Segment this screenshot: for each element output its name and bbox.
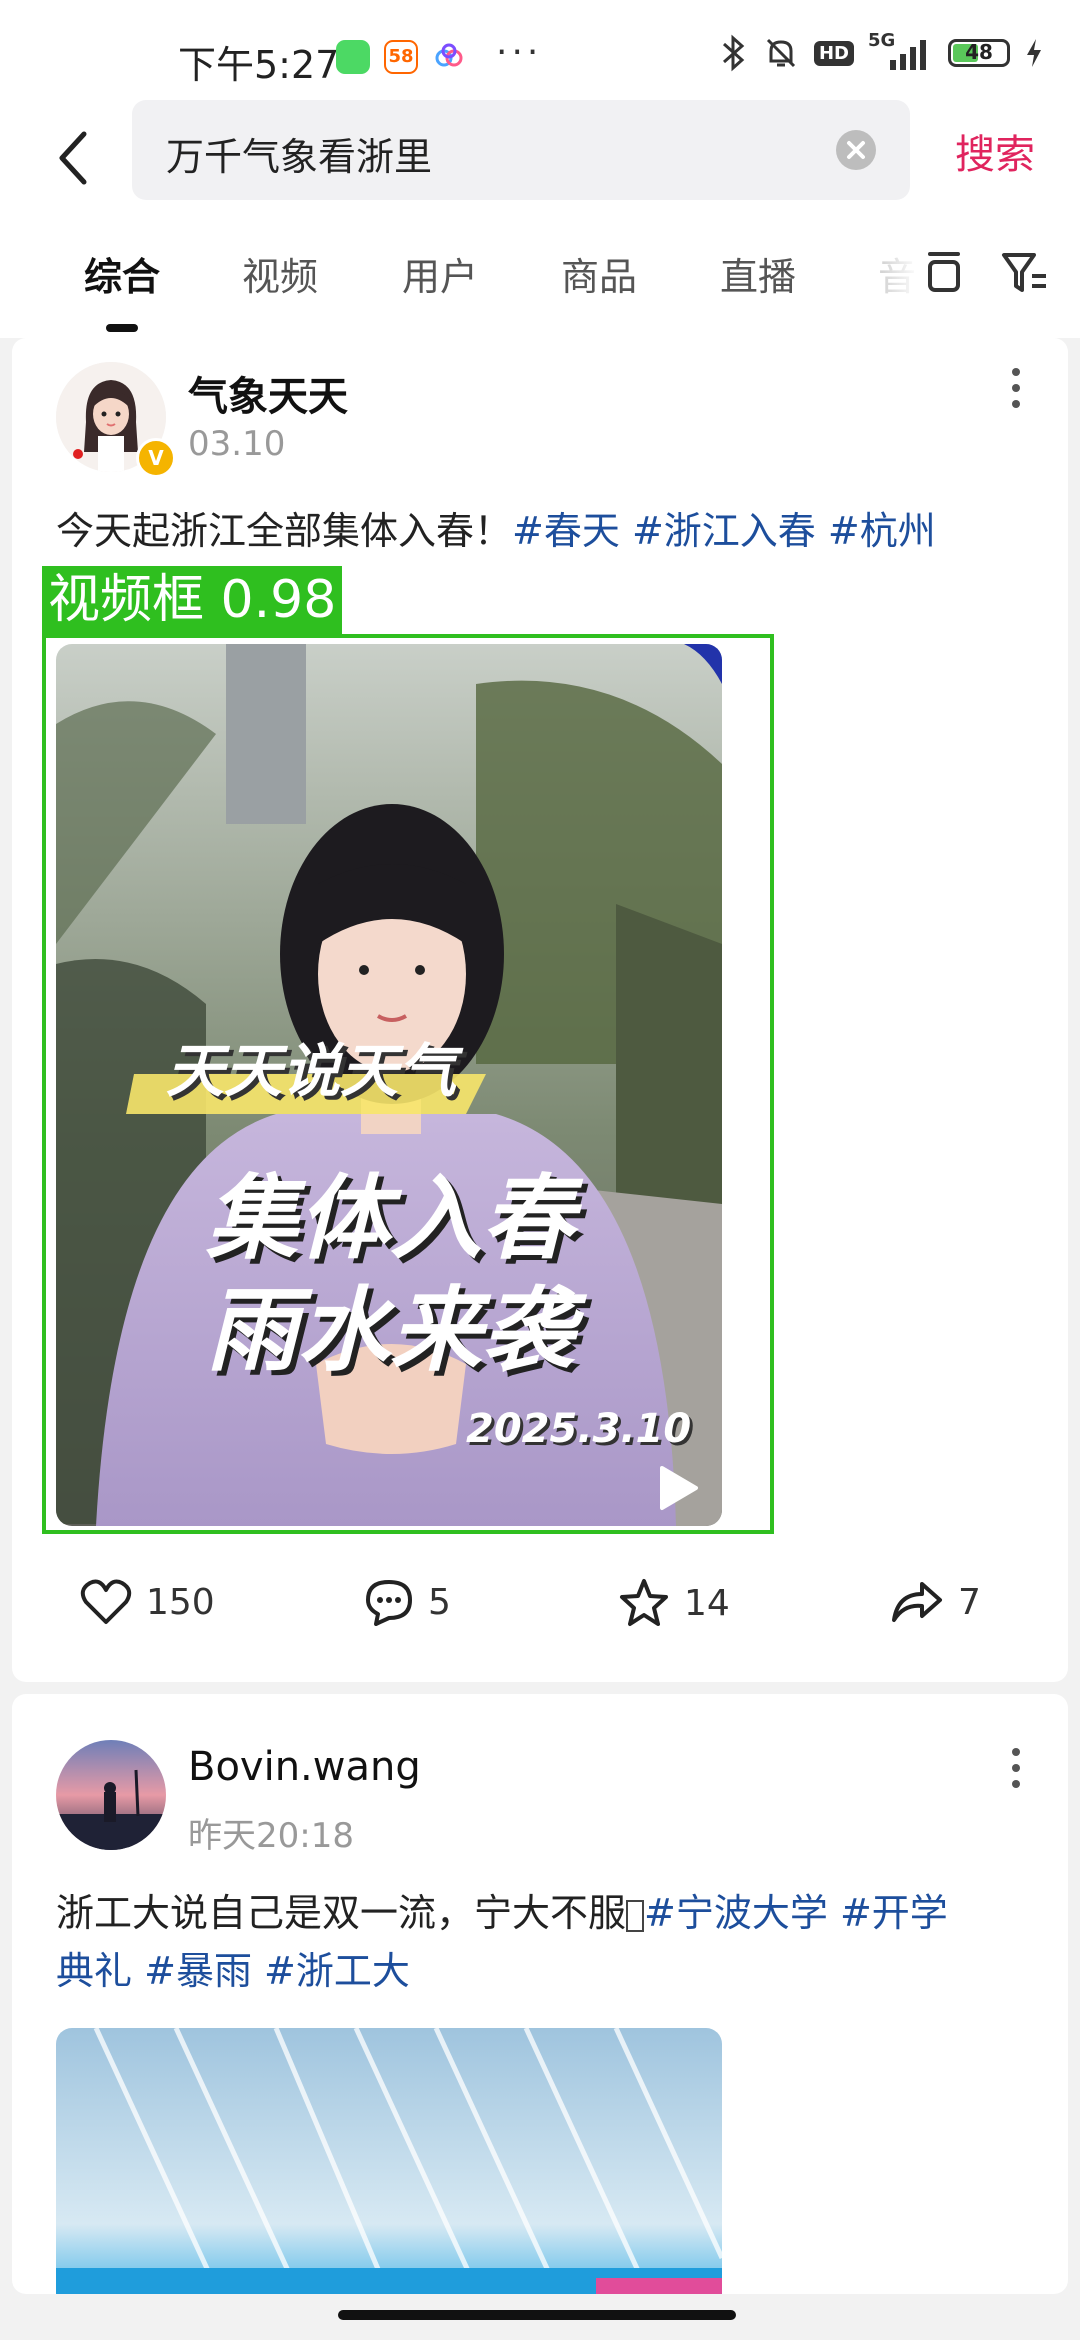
back-arrow-icon [59,131,87,185]
clear-search-button[interactable] [836,130,876,170]
active-tab-indicator [106,324,138,332]
video-banner-text: 天天说天气 [166,1037,457,1105]
post-card[interactable]: V 气象天天 03.10 今天起浙江全部集体入春！#春天 #浙江入春 #杭州 视… [12,338,1068,1682]
tabs-fade [860,220,920,338]
app-58-notification-icon: 58 [384,40,418,74]
share-count: 7 [958,1581,981,1623]
search-query-text[interactable]: 万千气象看浙里 [166,126,432,181]
favorite-button[interactable]: 14 [618,1578,730,1628]
search-header: 万千气象看浙里 搜索 [0,100,1080,220]
back-button[interactable] [44,122,104,194]
post-date: 昨天20:18 [188,1816,354,1856]
share-button[interactable]: 7 [890,1578,981,1626]
search-button[interactable]: 搜索 [955,122,1035,180]
post-more-button[interactable] [1010,368,1022,416]
post-body: 浙工大说自己是双一流，宁大不服 [56,1891,627,1935]
comment-button[interactable]: 5 [364,1578,451,1626]
play-icon [660,1466,698,1510]
charging-icon [1027,39,1041,67]
hashtag[interactable]: #暴雨 [144,1949,252,1993]
tab-comprehensive[interactable]: 综合 [84,246,160,301]
star-icon [620,1579,668,1626]
tab-video[interactable]: 视频 [242,246,318,301]
post-more-button[interactable] [1010,1748,1022,1796]
cloud-notification-icon [432,40,466,74]
post-username[interactable]: 气象天天 [188,364,348,422]
video-date: 2025.3.10 [466,1406,692,1452]
hashtag[interactable]: #开学 [840,1891,948,1935]
close-icon [847,141,865,159]
play-button[interactable] [656,1464,700,1516]
status-bar: 下午5:27 58 ··· HD 5G 48 [0,0,1080,100]
comment-count: 5 [428,1581,451,1623]
layout-toggle-button[interactable] [922,248,966,302]
tab-users[interactable]: 用户 [402,246,478,301]
post-text[interactable]: 浙工大说自己是双一流，宁大不服 #宁波大学 #开学典礼 #暴雨 #浙工大 [56,1884,1046,2000]
comment-icon [366,1580,412,1626]
battery-icon: 48 [948,39,1010,67]
hd-badge: HD [813,40,854,66]
tab-products[interactable]: 商品 [561,246,637,301]
post-body: 今天起浙江全部集体入春！ [56,509,513,553]
post-card[interactable]: Bovin.wang 昨天20:18 浙工大说自己是双一流，宁大不服 #宁波大学 … [12,1694,1068,2294]
search-input[interactable]: 万千气象看浙里 [132,100,910,200]
video-thumbnail[interactable] [56,2028,722,2294]
share-arrow-icon [892,1582,942,1622]
filter-icon [1002,253,1046,292]
home-indicator[interactable] [338,2310,736,2320]
detection-label: 视频框 0.98 [42,566,343,634]
tab-live[interactable]: 直播 [720,246,796,301]
post-text[interactable]: 今天起浙江全部集体入春！#春天 #浙江入春 #杭州 [56,502,1046,560]
more-notifications-icon: ··· [496,32,543,73]
video-headline-2: 雨水来袭 [206,1277,575,1384]
search-category-tabs: 综合 视频 用户 商品 直播 音 [0,220,1080,338]
hashtag[interactable]: #浙江入春 [632,509,816,553]
wechat-notification-icon [336,40,370,74]
verified-badge-icon: V [136,438,176,478]
video-thumbnail-image [56,2028,722,2294]
emoji-placeholder-icon [626,1899,645,1932]
like-button[interactable]: 150 [80,1578,215,1626]
like-count: 150 [146,1581,215,1623]
cell-signal-icon: 5G [868,30,934,72]
bluetooth-icon [722,34,745,72]
heart-icon [80,1579,132,1624]
filter-button[interactable] [1000,250,1050,300]
hashtag[interactable]: #杭州 [828,509,936,553]
hashtag[interactable]: #宁波大学 [644,1891,828,1935]
favorite-count: 14 [684,1582,730,1624]
post-username[interactable]: Bovin.wang [188,1744,421,1790]
battery-level: 48 [965,40,993,64]
hashtag[interactable]: #春天 [512,509,620,553]
mute-bell-icon [766,38,796,68]
post-date: 03.10 [188,424,286,464]
single-column-icon [928,252,960,292]
status-time: 下午5:27 [178,43,340,87]
hashtag[interactable]: #浙工大 [264,1949,410,1993]
status-right-cluster: HD 5G 48 [720,30,1044,72]
hashtag[interactable]: 典礼 [56,1949,132,1993]
video-thumbnail[interactable]: 天天说天气 集体入春 雨水来袭 2025.3.10 [56,644,722,1526]
avatar[interactable] [56,1740,166,1850]
